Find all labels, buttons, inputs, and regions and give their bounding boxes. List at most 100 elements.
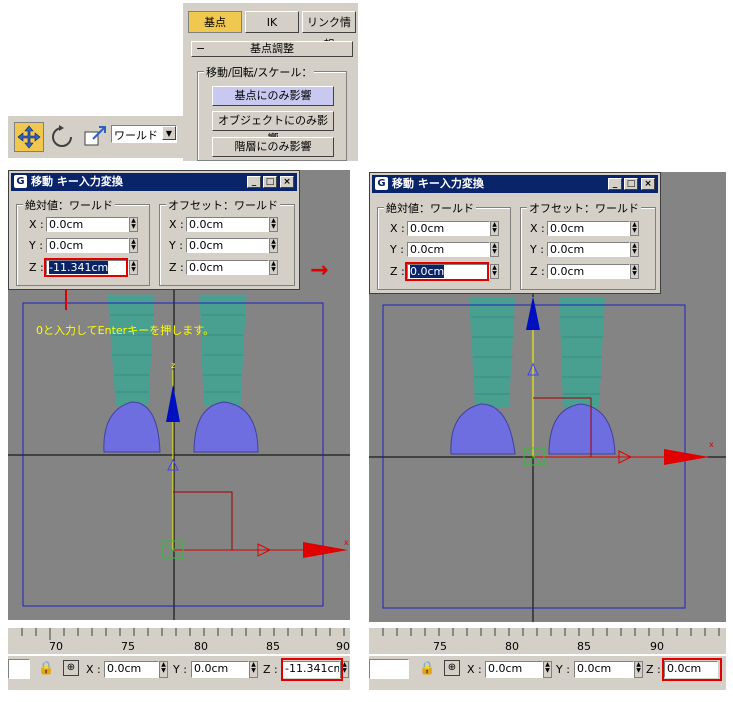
status-y-spinner[interactable]: ▲ ▼ (249, 661, 258, 678)
tab-link-info[interactable]: リンク情報 (302, 11, 356, 51)
offset-label: オフセット：ワールド (527, 200, 641, 216)
off-z-spinner[interactable]: ▲ ▼ (630, 264, 639, 279)
status-z-highlight (662, 658, 722, 681)
ruler-label: 85 (266, 640, 280, 653)
off-z-input[interactable]: 0.0cm (547, 264, 630, 279)
off-x-spinner[interactable]: ▲ ▼ (630, 221, 639, 236)
ruler-label: 75 (433, 640, 447, 653)
affect-hierarchy-only-button[interactable]: 階層にのみ影響 (212, 137, 334, 157)
group-label: 移動/回転/スケール： (204, 64, 315, 80)
status-message-box (8, 659, 30, 679)
select-and-rotate-button[interactable] (47, 122, 77, 152)
abs-z-label: Z : (29, 261, 44, 274)
abs-x-label: X : (29, 218, 44, 231)
abs-z-label: Z : (390, 265, 405, 278)
offset-label: オフセット：ワールド (166, 197, 280, 213)
abs-z-spinner[interactable]: ▲ ▼ (490, 264, 499, 279)
maximize-icon[interactable]: □ (624, 178, 638, 190)
svg-text:z: z (171, 361, 175, 370)
off-z-spinner[interactable]: ▲ ▼ (269, 260, 278, 275)
abs-x-spinner[interactable]: ▲ ▼ (490, 221, 499, 236)
abs-z-highlight (405, 262, 489, 281)
status-x-spinner[interactable]: ▲ ▼ (543, 661, 552, 678)
absolute-mode-icon[interactable]: ⊕ (63, 660, 79, 676)
status-z-highlight (281, 658, 343, 681)
status-message-box (369, 659, 409, 679)
time-ruler-right[interactable]: 75 80 85 90 (369, 628, 726, 654)
rotate-icon (52, 125, 72, 147)
maximize-icon[interactable]: □ (263, 176, 277, 188)
scale-icon (84, 126, 106, 146)
abs-x-label: X : (390, 222, 405, 235)
select-and-scale-button[interactable] (80, 122, 110, 152)
close-icon[interactable]: × (641, 178, 655, 190)
ruler-label: 80 (505, 640, 519, 653)
status-y-input[interactable]: 0.0cm (574, 661, 634, 678)
shoe-right (548, 403, 616, 455)
off-x-input[interactable]: 0.0cm (186, 217, 269, 232)
chevron-down-icon: ▼ (162, 126, 176, 140)
dialog-title: 移動 キー入力変換 (31, 175, 123, 188)
minimize-icon[interactable]: _ (247, 176, 261, 188)
coord-system-value: ワールド (114, 129, 158, 142)
dialog-title-bar[interactable]: G 移動 キー入力変換 _ □ × (11, 173, 297, 191)
off-z-input[interactable]: 0.0cm (186, 260, 269, 275)
off-x-input[interactable]: 0.0cm (547, 221, 630, 236)
status-x-input[interactable]: 0.0cm (485, 661, 543, 678)
main-toolbar: ワールド ▼ (8, 116, 183, 158)
svg-text:x: x (344, 538, 349, 547)
absolute-mode-icon[interactable]: ⊕ (444, 660, 460, 676)
off-x-label: X : (530, 222, 545, 235)
app-icon: G (14, 175, 27, 188)
status-y-label: Y : (556, 663, 570, 676)
rollout-header[interactable]: − 基点調整 (191, 41, 353, 57)
off-x-label: X : (169, 218, 184, 231)
absolute-label: 絶対値：ワールド (384, 200, 476, 216)
ruler-label: 75 (121, 640, 135, 653)
abs-x-input[interactable]: 0.0cm (46, 217, 129, 232)
time-ruler-left[interactable]: 70 75 80 85 90 (8, 628, 350, 654)
close-icon[interactable]: × (280, 176, 294, 188)
status-x-input[interactable]: 0.0cm (104, 661, 159, 678)
status-y-spinner[interactable]: ▲ ▼ (634, 661, 643, 678)
tab-pivot[interactable]: 基点 (188, 11, 242, 33)
select-and-move-button[interactable] (14, 122, 44, 152)
status-z-label: Z : (646, 663, 661, 676)
absolute-label: 絶対値：ワールド (23, 197, 115, 213)
abs-z-highlight (44, 258, 128, 277)
abs-y-input[interactable]: 0.0cm (407, 242, 490, 257)
off-y-input[interactable]: 0.0cm (547, 242, 630, 257)
minimize-icon[interactable]: _ (608, 178, 622, 190)
status-z-label: Z : (263, 663, 278, 676)
off-x-spinner[interactable]: ▲ ▼ (269, 217, 278, 232)
abs-y-label: Y : (29, 239, 43, 252)
abs-y-spinner[interactable]: ▲ ▼ (129, 238, 138, 253)
status-y-input[interactable]: 0.0cm (191, 661, 249, 678)
off-z-label: Z : (530, 265, 545, 278)
ruler-label: 90 (650, 640, 664, 653)
abs-z-spinner[interactable]: ▲ ▼ (129, 260, 138, 275)
command-panel: 基点 IK リンク情報 − 基点調整 移動/回転/スケール： 基点にのみ影響 オ… (183, 3, 358, 161)
abs-x-spinner[interactable]: ▲ ▼ (129, 217, 138, 232)
move-transform-dialog-right: G 移動 キー入力変換 _ □ × 絶対値：ワールド オフセット：ワールド X … (369, 172, 661, 294)
lock-icon[interactable]: 🔒 (419, 661, 435, 676)
dialog-title-bar[interactable]: G 移動 キー入力変換 _ □ × (372, 175, 658, 193)
step-arrow: → (310, 258, 329, 283)
abs-x-input[interactable]: 0.0cm (407, 221, 490, 236)
off-z-label: Z : (169, 261, 184, 274)
off-y-spinner[interactable]: ▲ ▼ (269, 238, 278, 253)
affect-object-only-button[interactable]: オブジェクトにのみ影響 (212, 111, 334, 145)
svg-text:x: x (709, 440, 714, 449)
reference-coordinate-dropdown[interactable]: ワールド ▼ (111, 125, 177, 143)
affect-pivot-only-button[interactable]: 基点にのみ影響 (212, 86, 334, 106)
status-x-label: X : (467, 663, 482, 676)
abs-y-input[interactable]: 0.0cm (46, 238, 129, 253)
status-bar-right: 🔒 ⊕ X : 0.0cm ▲ ▼ Y : 0.0cm ▲ ▼ Z : 0.0cm (369, 656, 726, 690)
abs-y-spinner[interactable]: ▲ ▼ (490, 242, 499, 257)
status-x-spinner[interactable]: ▲ ▼ (159, 661, 168, 678)
lock-icon[interactable]: 🔒 (38, 661, 54, 676)
off-y-spinner[interactable]: ▲ ▼ (630, 242, 639, 257)
tab-ik[interactable]: IK (245, 11, 299, 33)
app-icon: G (375, 177, 388, 190)
off-y-input[interactable]: 0.0cm (186, 238, 269, 253)
